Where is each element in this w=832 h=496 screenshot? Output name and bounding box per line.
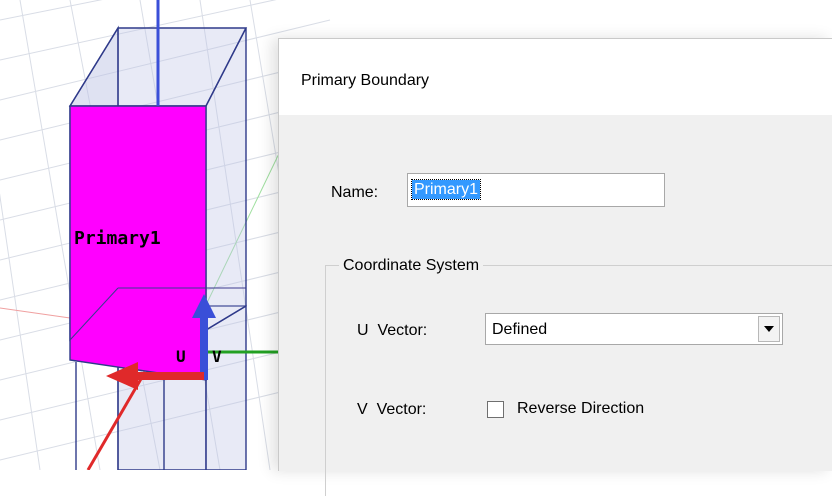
- u-vector-label: U Vector:: [357, 322, 428, 339]
- reverse-direction-label[interactable]: Reverse Direction: [517, 400, 644, 418]
- name-label: Name:: [331, 184, 379, 201]
- x-axis-guide: [0, 307, 71, 319]
- chevron-down-icon: [764, 326, 774, 332]
- primary-boundary-dialog: Primary Boundary Name: Primary1 Coordina…: [278, 38, 832, 496]
- coordinate-system-legend: Coordinate System: [339, 257, 484, 275]
- name-field-value: Primary1: [410, 179, 482, 200]
- dialog-title: Primary Boundary: [301, 72, 430, 89]
- u-vector-select-value: Defined: [492, 321, 548, 338]
- name-field[interactable]: Primary1: [407, 173, 665, 207]
- dropdown-button[interactable]: [758, 316, 780, 342]
- coordinate-system-group: [325, 265, 832, 496]
- v-axis-label: V: [212, 347, 222, 366]
- u-vector-select[interactable]: Defined: [485, 313, 783, 345]
- dialog-titlebar[interactable]: Primary Boundary: [279, 39, 832, 115]
- reverse-direction-checkbox[interactable]: [487, 401, 504, 418]
- face-label: Primary1: [74, 228, 161, 249]
- v-vector-label: V Vector:: [357, 401, 427, 418]
- u-axis-label: U: [176, 347, 186, 366]
